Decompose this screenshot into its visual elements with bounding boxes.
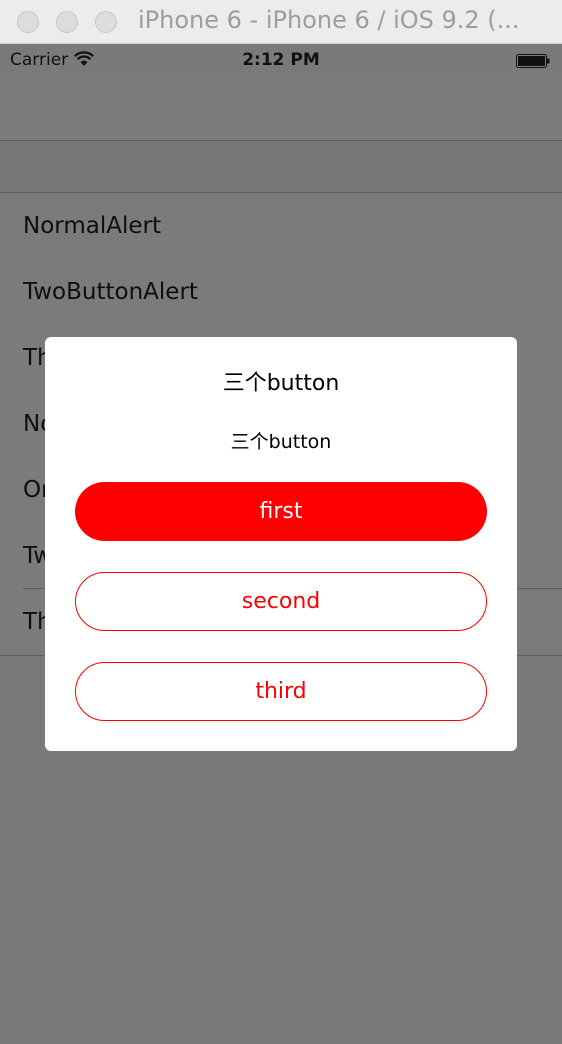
battery-icon (516, 54, 550, 68)
close-window-button[interactable] (17, 11, 39, 33)
status-bar: Carrier 2:12 PM (0, 44, 562, 76)
second-button[interactable]: second (75, 572, 487, 631)
status-time: 2:12 PM (242, 50, 320, 70)
device-screen: Carrier 2:12 PM NormalAlert TwoButtonAle… (0, 44, 562, 1044)
alert-message: 三个button (230, 431, 332, 453)
alert-dialog: 三个button 三个button first second third (45, 337, 517, 751)
first-button[interactable]: first (75, 482, 487, 541)
window-title: iPhone 6 - iPhone 6 / iOS 9.2 (... (138, 6, 520, 34)
zoom-window-button[interactable] (95, 11, 117, 33)
third-button[interactable]: third (75, 662, 487, 721)
list-item[interactable]: TwoButtonAlert (0, 259, 562, 325)
list-item-label: NormalAlert (23, 213, 161, 239)
window-titlebar: iPhone 6 - iPhone 6 / iOS 9.2 (... (0, 0, 562, 44)
simulator-window: iPhone 6 - iPhone 6 / iOS 9.2 (... Carri… (0, 0, 562, 1044)
alert-title: 三个button (222, 371, 340, 396)
minimize-window-button[interactable] (56, 11, 78, 33)
section-header (0, 141, 562, 193)
list-item-label: TwoButtonAlert (23, 279, 198, 305)
list-item[interactable]: NormalAlert (0, 193, 562, 259)
navigation-bar (0, 76, 562, 141)
